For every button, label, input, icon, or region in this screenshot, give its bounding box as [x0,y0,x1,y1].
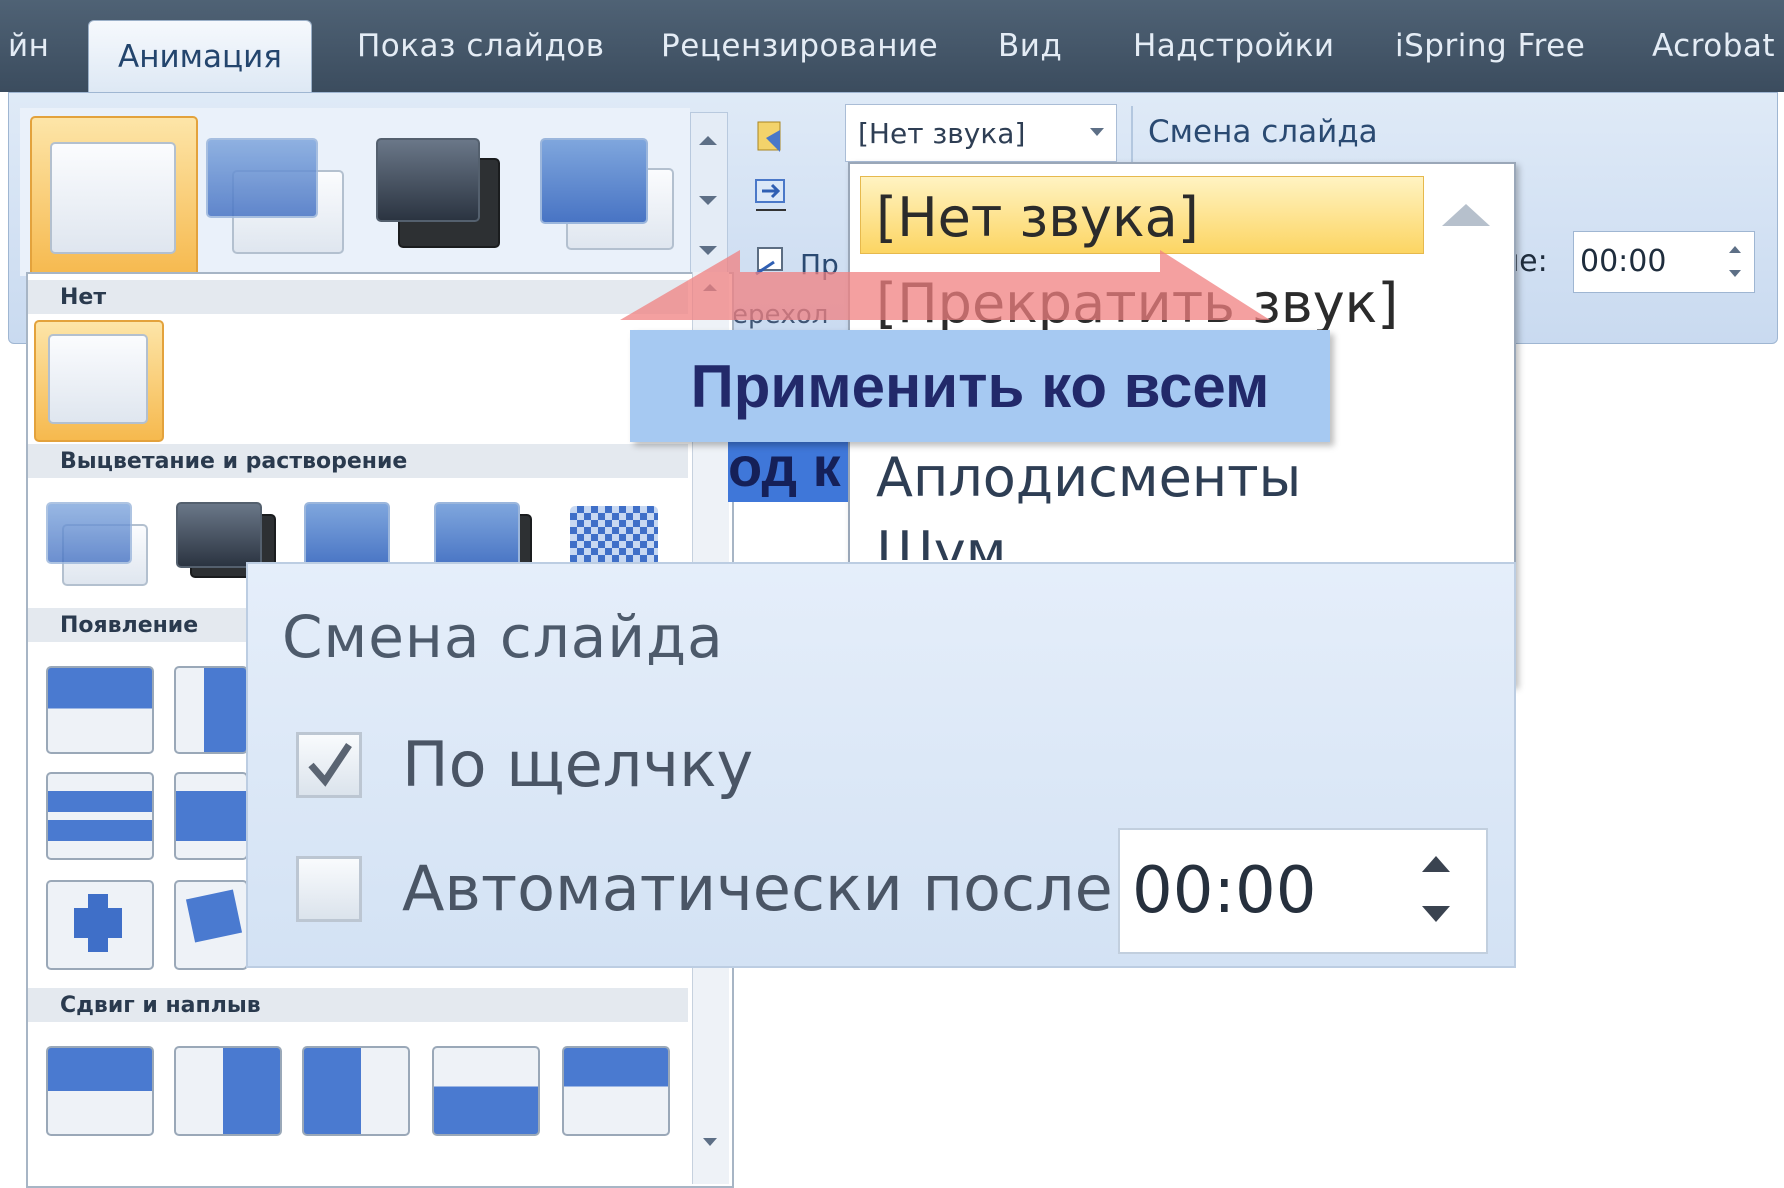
time-down-icon[interactable] [1729,270,1741,277]
gallery-scroll-up-icon[interactable] [699,136,717,145]
sound-combo[interactable]: [Нет звука] [845,104,1117,162]
zoom-in-block-v [88,894,108,952]
annotation-underlay: од к [728,435,848,502]
speed-icon[interactable] [752,174,792,218]
tab-animation[interactable]: Анимация [88,20,312,93]
sound-item-noise[interactable]: Шум [876,520,1006,560]
tab-design[interactable]: йн [8,28,49,64]
tab-review[interactable]: Рецензирование [661,28,938,64]
annotation-text: Применить ко всем [690,353,1270,420]
split-out-thumb[interactable] [174,772,248,860]
slide-change-group-title: Смена слайда [1148,114,1378,150]
section-fade-title: Выцветание и растворение [60,449,408,474]
sound-item-none[interactable]: [Нет звука] [876,186,1199,249]
transition-fade-thumb[interactable] [206,138,318,218]
ribbon-tab-bar: йн Анимация Показ слайдов Рецензирование… [0,0,1784,93]
split-horizontal-thumb[interactable] [46,772,154,860]
on-click-checkbox[interactable] [296,732,362,798]
zoom-time-up-icon[interactable] [1422,856,1450,872]
time-up-icon[interactable] [1729,246,1741,253]
annotation-underlay-text: од к [728,435,841,498]
push-down-thumb[interactable] [46,1046,154,1136]
annotation-arrow [620,250,1270,320]
transition-none-frame [50,142,176,254]
section-push-header: Сдвиг и наплыв [28,988,688,1022]
tab-view[interactable]: Вид [998,28,1062,64]
group-separator [1131,106,1133,166]
tab-addins[interactable]: Надстройки [1133,28,1335,64]
section-appear-title: Появление [60,613,199,638]
checkmark-icon [308,743,352,787]
sound-icon[interactable] [752,118,792,158]
auto-after-time-input[interactable]: 00:00 [1573,231,1755,293]
sound-item-applause[interactable]: Аплодисменты [876,446,1301,509]
tab-acrobat[interactable]: Acrobat [1652,28,1775,64]
zoom-time-value: 00:00 [1132,854,1317,928]
gallery-scroll-down-icon[interactable] [699,196,717,205]
tab-animation-label: Анимация [118,39,282,75]
cover-down-thumb[interactable] [46,666,154,754]
fade-thumb-2[interactable] [176,502,262,568]
chevron-down-icon[interactable] [1090,128,1104,136]
zoom-panel-title: Смена слайда [282,603,724,671]
fade-thumb-3[interactable] [304,502,390,568]
sound-combo-value: [Нет звука] [858,117,1026,150]
cover-left-thumb[interactable] [174,666,248,754]
auto-after-time-value: 00:00 [1580,244,1667,279]
section-fade-header: Выцветание и растворение [28,444,688,478]
panel-scroll-down-icon[interactable] [703,1138,717,1146]
auto-after-label: Автоматически после: [402,852,1134,925]
section-none-header: Нет [28,280,688,314]
push-right-thumb[interactable] [302,1046,410,1136]
list-scroll-up-icon[interactable] [1442,204,1490,226]
on-click-label: По щелчку [402,728,754,801]
transition-fade-black-thumb[interactable] [376,138,480,222]
fade-thumb-4[interactable] [434,502,520,568]
zoom-time-input[interactable]: 00:00 [1118,828,1488,954]
zoom-time-down-icon[interactable] [1422,906,1450,922]
gallery-none-frame [48,334,148,424]
auto-after-checkbox[interactable] [296,856,362,922]
tab-slideshow[interactable]: Показ слайдов [357,28,605,64]
section-none-title: Нет [60,285,107,310]
fade-thumb-1[interactable] [46,502,132,564]
transition-cut-thumb[interactable] [540,138,648,224]
push-left-thumb[interactable] [174,1046,282,1136]
section-push-title: Сдвиг и наплыв [60,993,261,1018]
tab-ispring[interactable]: iSpring Free [1395,28,1585,64]
dissolve-thumb[interactable] [570,506,658,566]
annotation-callout: Применить ко всем [630,330,1330,442]
wipe-down-thumb[interactable] [562,1046,670,1136]
push-up-thumb[interactable] [432,1046,540,1136]
